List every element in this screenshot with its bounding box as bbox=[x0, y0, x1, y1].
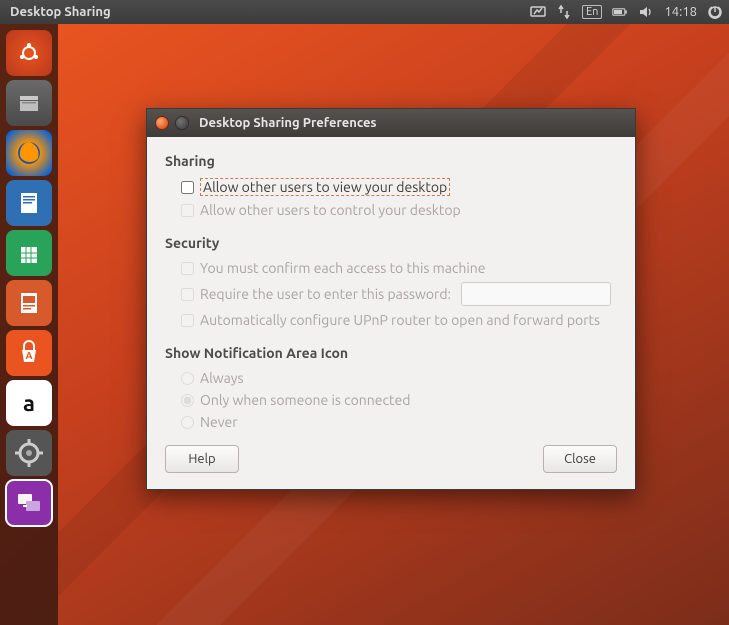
launcher-files-icon[interactable] bbox=[6, 80, 52, 126]
sound-indicator-icon[interactable] bbox=[638, 4, 654, 20]
allow-view-label: Allow other users to view your desktop bbox=[200, 178, 450, 196]
launcher-firefox-icon[interactable] bbox=[6, 130, 52, 176]
window-close-icon[interactable] bbox=[155, 116, 169, 130]
system-indicators: En 14:18 bbox=[530, 4, 723, 20]
allow-control-label: Allow other users to control your deskto… bbox=[200, 202, 461, 218]
allow-control-checkbox[interactable] bbox=[181, 204, 194, 217]
top-menu-bar: Desktop Sharing En 14:18 bbox=[0, 0, 729, 24]
close-button[interactable]: Close bbox=[543, 445, 617, 473]
confirm-access-label: You must confirm each access to this mac… bbox=[200, 260, 486, 276]
dialog-title: Desktop Sharing Preferences bbox=[199, 116, 377, 130]
require-password-label: Require the user to enter this password: bbox=[200, 286, 451, 302]
dialog-footer: Help Close bbox=[165, 433, 617, 475]
notify-always-row: Always bbox=[165, 367, 617, 389]
clock-indicator[interactable]: 14:18 bbox=[664, 5, 697, 19]
launcher-amazon-icon[interactable]: a bbox=[6, 380, 52, 426]
security-section-heading: Security bbox=[165, 235, 617, 251]
unity-launcher: A a bbox=[0, 24, 58, 625]
notification-section-heading: Show Notification Area Icon bbox=[165, 345, 617, 361]
preferences-dialog: Desktop Sharing Preferences Sharing Allo… bbox=[146, 108, 636, 490]
allow-control-row: Allow other users to control your deskto… bbox=[165, 199, 617, 221]
help-button[interactable]: Help bbox=[165, 445, 239, 473]
session-menu-icon[interactable] bbox=[707, 4, 723, 20]
notify-never-label: Never bbox=[200, 414, 238, 430]
notify-always-radio[interactable] bbox=[181, 372, 194, 385]
confirm-access-row: You must confirm each access to this mac… bbox=[165, 257, 617, 279]
launcher-writer-icon[interactable] bbox=[6, 180, 52, 226]
keyboard-layout-indicator[interactable]: En bbox=[582, 5, 602, 19]
upnp-checkbox[interactable] bbox=[181, 314, 194, 327]
window-minimize-icon[interactable] bbox=[175, 116, 189, 130]
notify-always-label: Always bbox=[200, 370, 244, 386]
dialog-body: Sharing Allow other users to view your d… bbox=[147, 137, 635, 489]
upnp-row: Automatically configure UPnP router to o… bbox=[165, 309, 617, 331]
battery-indicator-icon[interactable] bbox=[612, 4, 628, 20]
display-indicator-icon[interactable] bbox=[530, 4, 546, 20]
dialog-titlebar[interactable]: Desktop Sharing Preferences bbox=[147, 109, 635, 137]
launcher-software-center-icon[interactable]: A bbox=[6, 330, 52, 376]
notify-connected-row: Only when someone is connected bbox=[165, 389, 617, 411]
launcher-impress-icon[interactable] bbox=[6, 280, 52, 326]
allow-view-checkbox[interactable] bbox=[181, 181, 194, 194]
svg-text:A: A bbox=[25, 350, 32, 361]
launcher-system-settings-icon[interactable] bbox=[6, 430, 52, 476]
require-password-checkbox[interactable] bbox=[181, 288, 194, 301]
password-field[interactable] bbox=[461, 282, 611, 306]
active-app-title: Desktop Sharing bbox=[6, 5, 530, 19]
notify-connected-label: Only when someone is connected bbox=[200, 392, 410, 408]
launcher-calc-icon[interactable] bbox=[6, 230, 52, 276]
require-password-row: Require the user to enter this password: bbox=[165, 279, 617, 309]
confirm-access-checkbox[interactable] bbox=[181, 262, 194, 275]
upnp-label: Automatically configure UPnP router to o… bbox=[200, 312, 600, 328]
notify-connected-radio[interactable] bbox=[181, 394, 194, 407]
launcher-desktop-sharing-icon[interactable] bbox=[6, 480, 52, 526]
notify-never-radio[interactable] bbox=[181, 416, 194, 429]
allow-view-row: Allow other users to view your desktop bbox=[165, 175, 617, 199]
launcher-dash-icon[interactable] bbox=[6, 30, 52, 76]
notify-never-row: Never bbox=[165, 411, 617, 433]
sharing-section-heading: Sharing bbox=[165, 153, 617, 169]
network-indicator-icon[interactable] bbox=[556, 4, 572, 20]
